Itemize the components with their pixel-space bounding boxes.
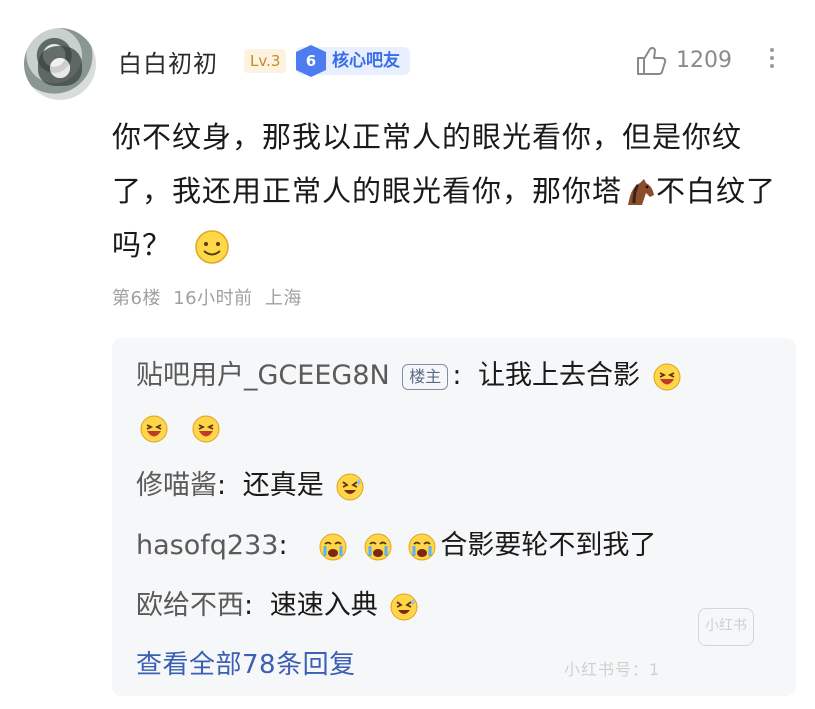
- level-badge: Lv.3: [244, 49, 287, 73]
- reply-text: 合影要轮不到我了: [440, 530, 657, 561]
- reply-author[interactable]: 贴吧用户_GCEEG8N: [136, 360, 390, 391]
- grinning-sweat-emoji: [336, 473, 364, 500]
- host-tag: 楼主: [402, 363, 449, 390]
- watermark-id: 小红书号：1: [564, 660, 661, 679]
- fan-title: 核心吧友: [332, 51, 400, 71]
- more-vertical-icon[interactable]: [764, 44, 780, 78]
- username[interactable]: 白白初初: [118, 44, 218, 79]
- like-count: 1209: [676, 48, 732, 73]
- reply-separator: :: [278, 530, 288, 561]
- reply-emoji-line: [136, 408, 224, 448]
- view-all-replies-link[interactable]: 查看全部78条回复: [136, 644, 356, 681]
- laughing-emoji: [140, 415, 168, 442]
- crying-emoji: [319, 533, 347, 560]
- reply-author[interactable]: hasofq233: [136, 530, 278, 561]
- reply-item: 欧给不西: 速速入典: [136, 586, 422, 626]
- reply-separator: :: [217, 470, 227, 501]
- reply-item: hasofq233: 合影要轮不到我了: [136, 526, 656, 566]
- crying-emoji: [408, 533, 436, 560]
- reply-list: 贴吧用户_GCEEG8N 楼主: 让我上去合影 修喵酱: 还真是 hasofq2…: [112, 338, 796, 696]
- watermark-logo: 小红书: [698, 608, 754, 646]
- comment-body: 你不纹身，那我以正常人的眼光看你，但是你纹了，我还用正常人的眼光看你，那你塔 不…: [112, 110, 792, 272]
- reply-item: 贴吧用户_GCEEG8N 楼主: 让我上去合影: [136, 356, 685, 396]
- comment-meta: 第6楼 16小时前 上海: [112, 284, 302, 310]
- fan-level-number: 6: [296, 45, 326, 77]
- laughing-emoji: [653, 363, 681, 390]
- reply-separator: :: [452, 360, 462, 391]
- grinning-sweat-emoji: [390, 593, 418, 620]
- floor-number: 第6楼: [112, 288, 161, 309]
- post-time: 16小时前: [173, 288, 253, 309]
- thumbs-up-icon[interactable]: [634, 44, 668, 78]
- horse-emoji: [628, 179, 655, 205]
- reply-item: 修喵酱: 还真是: [136, 466, 368, 506]
- crying-emoji: [364, 533, 392, 560]
- reply-author[interactable]: 欧给不西: [136, 590, 244, 621]
- post-location: 上海: [264, 288, 302, 309]
- laughing-emoji: [192, 415, 220, 442]
- reply-text: 速速入典: [269, 590, 378, 621]
- smile-emoji: [195, 230, 229, 264]
- reply-text: 让我上去合影: [478, 360, 641, 391]
- reply-author[interactable]: 修喵酱: [136, 470, 217, 501]
- reply-text: 还真是: [242, 470, 324, 501]
- reply-separator: :: [244, 590, 254, 621]
- fan-badge: 6 核心吧友: [296, 45, 410, 77]
- avatar[interactable]: [24, 28, 96, 100]
